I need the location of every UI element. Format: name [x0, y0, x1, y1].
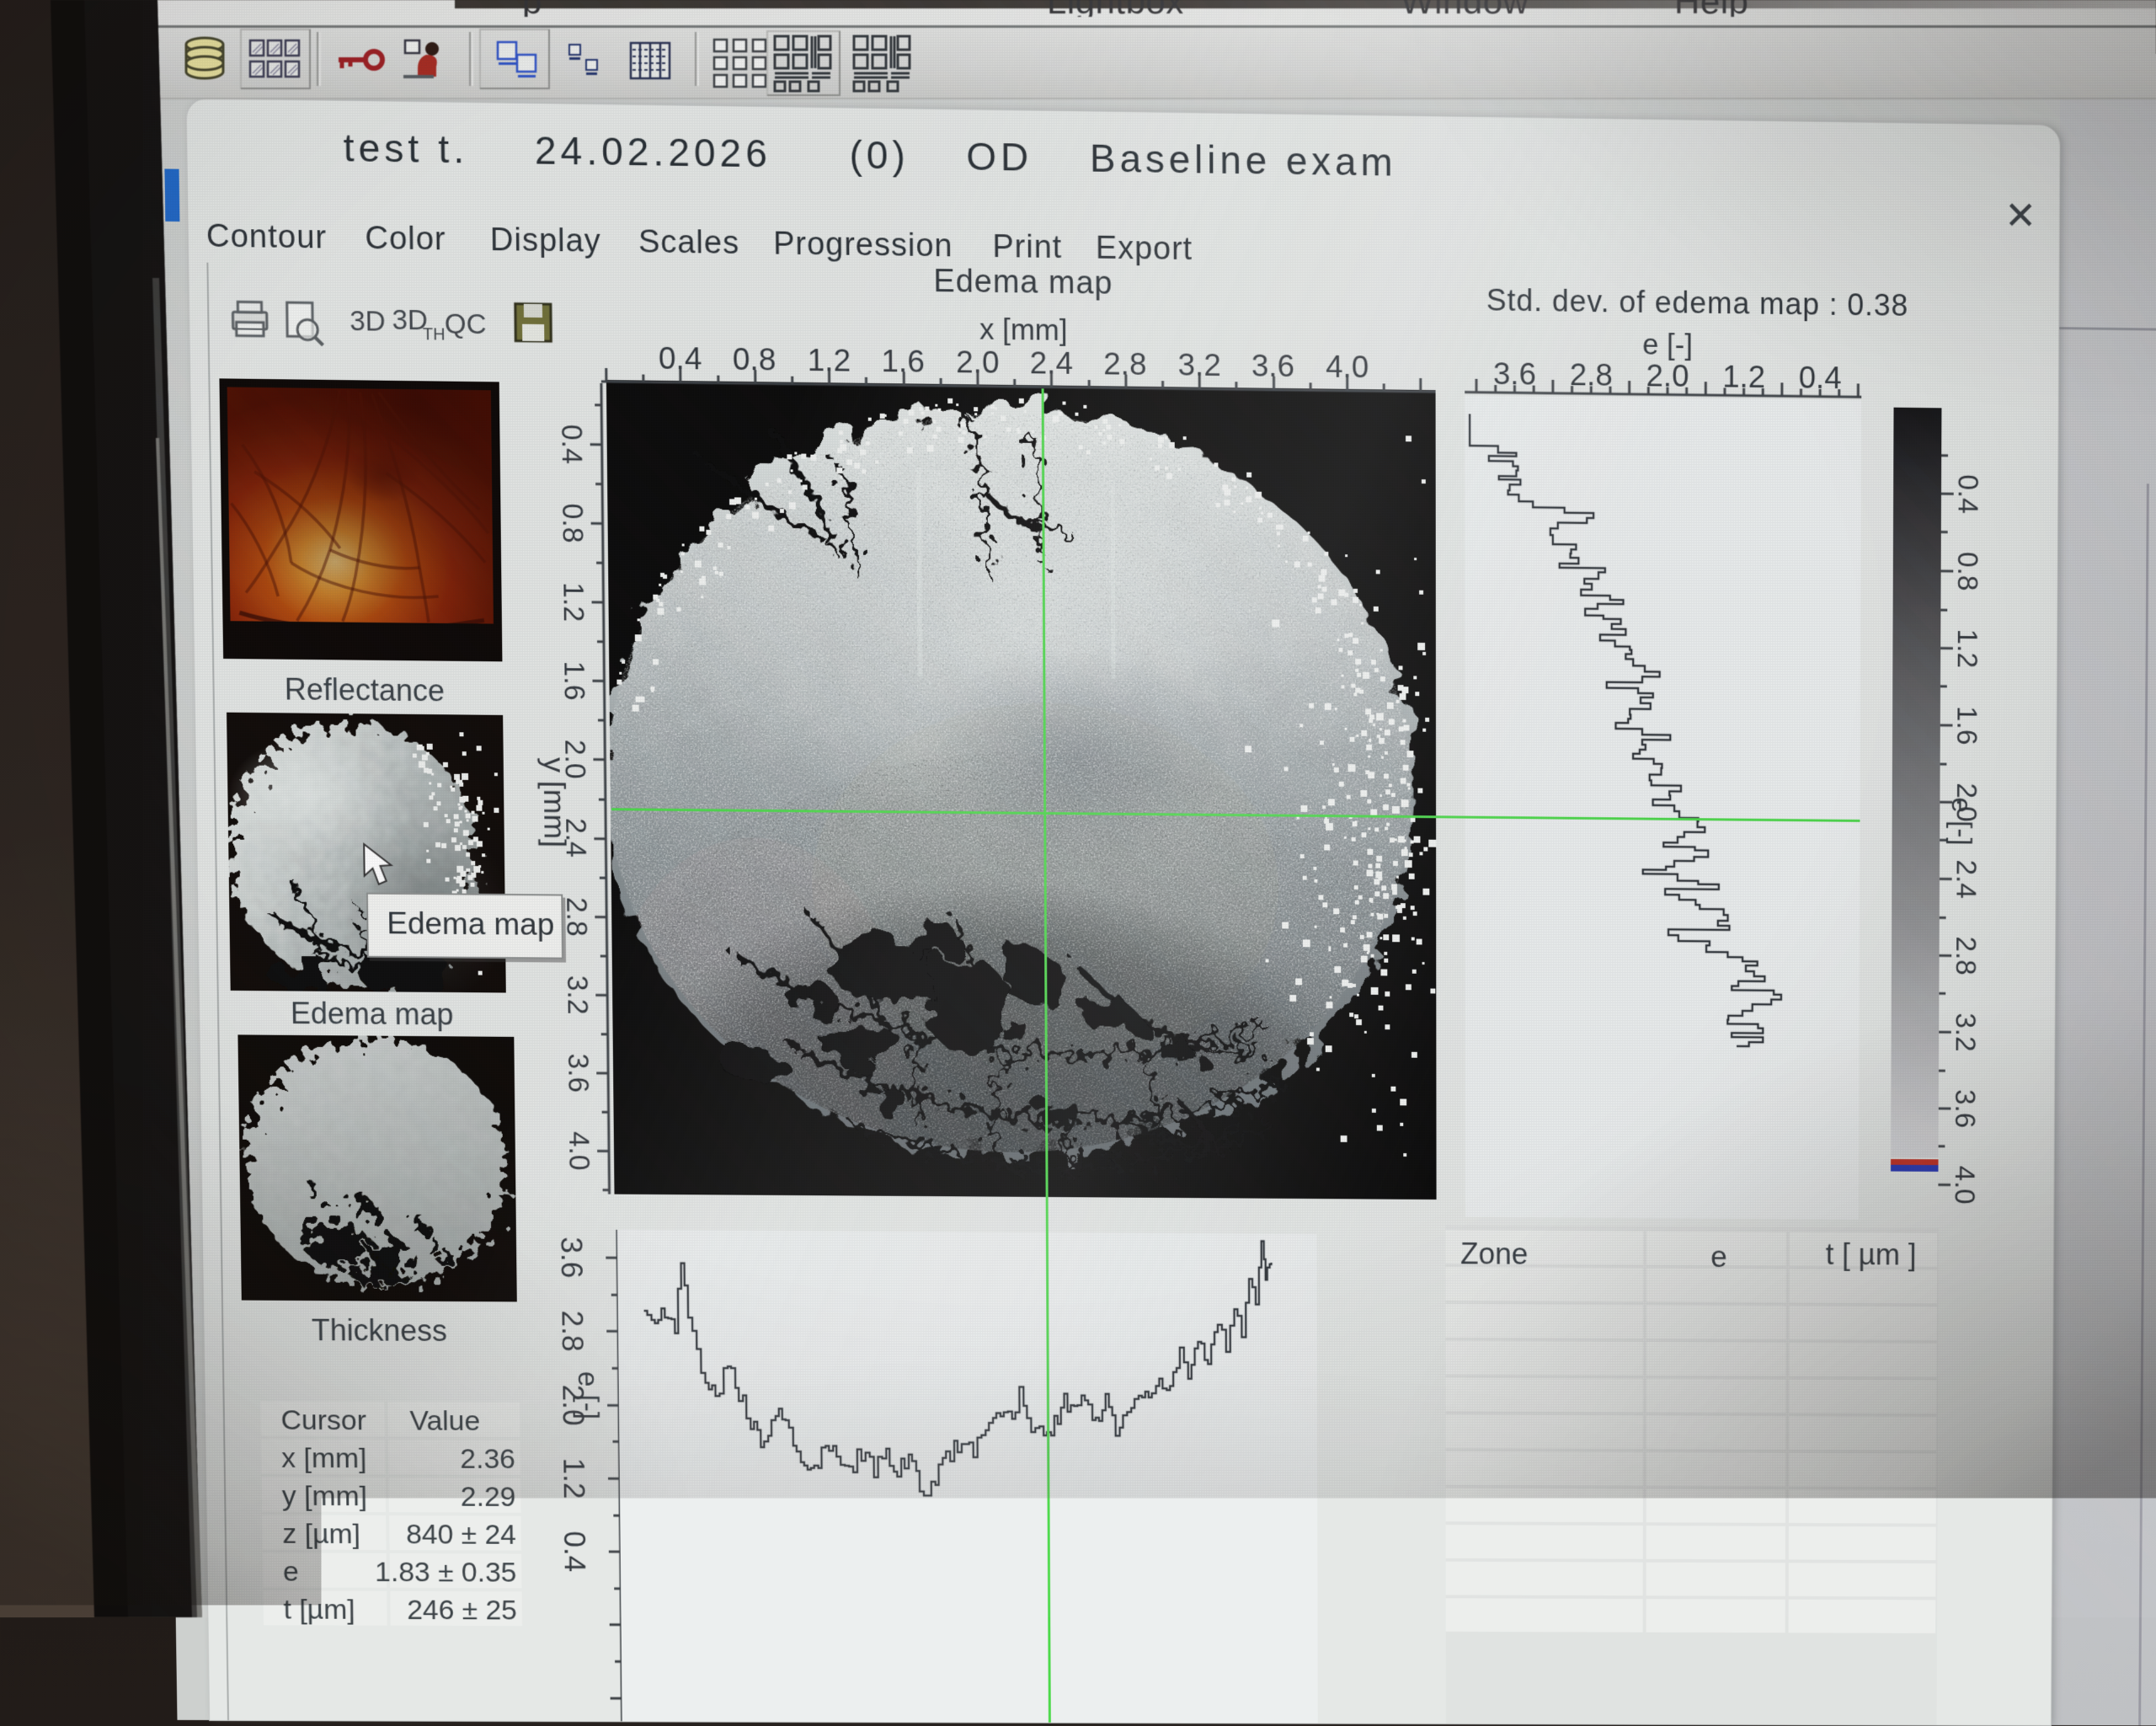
svg-text:3D: 3D — [350, 306, 386, 337]
svg-text:TH: TH — [423, 325, 446, 344]
svg-text:QC: QC — [445, 309, 487, 340]
